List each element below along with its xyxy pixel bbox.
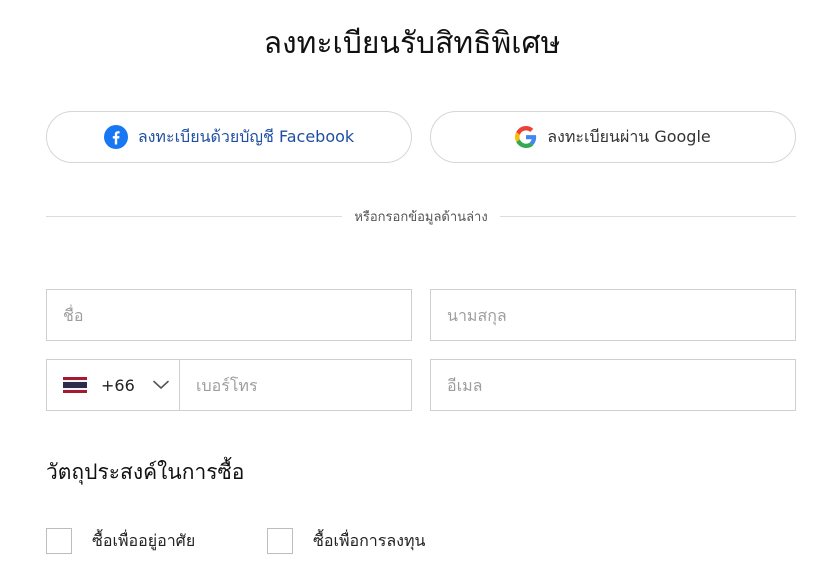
thailand-flag-icon (63, 377, 87, 393)
investment-checkbox-label: ซื้อเพื่อการลงทุน (313, 530, 426, 550)
google-icon (515, 126, 537, 148)
country-code-value: +66 (101, 375, 135, 395)
residence-checkbox[interactable] (46, 528, 72, 554)
phone-field-wrapper (179, 359, 412, 411)
last-name-input[interactable] (447, 290, 795, 340)
divider-line-left (46, 215, 343, 217)
chevron-down-icon (152, 380, 169, 390)
first-name-input[interactable] (63, 290, 411, 340)
residence-checkbox-label: ซื้อเพื่ออยู่อาศัย (92, 530, 196, 550)
country-code-select[interactable]: +66 (46, 359, 180, 411)
purpose-section-title: วัตถุประสงค์ในการซื้อ (46, 460, 245, 484)
purpose-option-investment[interactable]: ซื้อเพื่อการลงทุน (267, 528, 425, 554)
investment-checkbox[interactable] (267, 528, 293, 554)
facebook-icon (103, 125, 128, 149)
email-field-wrapper (430, 359, 796, 411)
first-name-field-wrapper (46, 289, 412, 341)
google-signup-button[interactable]: ลงทะเบียนผ่าน Google (430, 111, 796, 163)
purpose-option-residence[interactable]: ซื้อเพื่ออยู่อาศัย (46, 528, 195, 554)
phone-input[interactable] (196, 360, 411, 410)
or-divider: หรือกรอกข้อมูลด้านล่าง (46, 206, 796, 226)
email-input[interactable] (447, 360, 795, 410)
last-name-field-wrapper (430, 289, 796, 341)
divider-line-right (499, 215, 796, 217)
facebook-signup-button[interactable]: ลงทะเบียนด้วยบัญชี Facebook (46, 111, 412, 163)
google-signup-label: ลงทะเบียนผ่าน Google (547, 126, 711, 146)
divider-text: หรือกรอกข้อมูลด้านล่าง (354, 209, 488, 225)
facebook-signup-label: ลงทะเบียนด้วยบัญชี Facebook (137, 126, 355, 146)
page-title: ลงทะเบียนรับสิทธิพิเศษ (263, 26, 561, 61)
